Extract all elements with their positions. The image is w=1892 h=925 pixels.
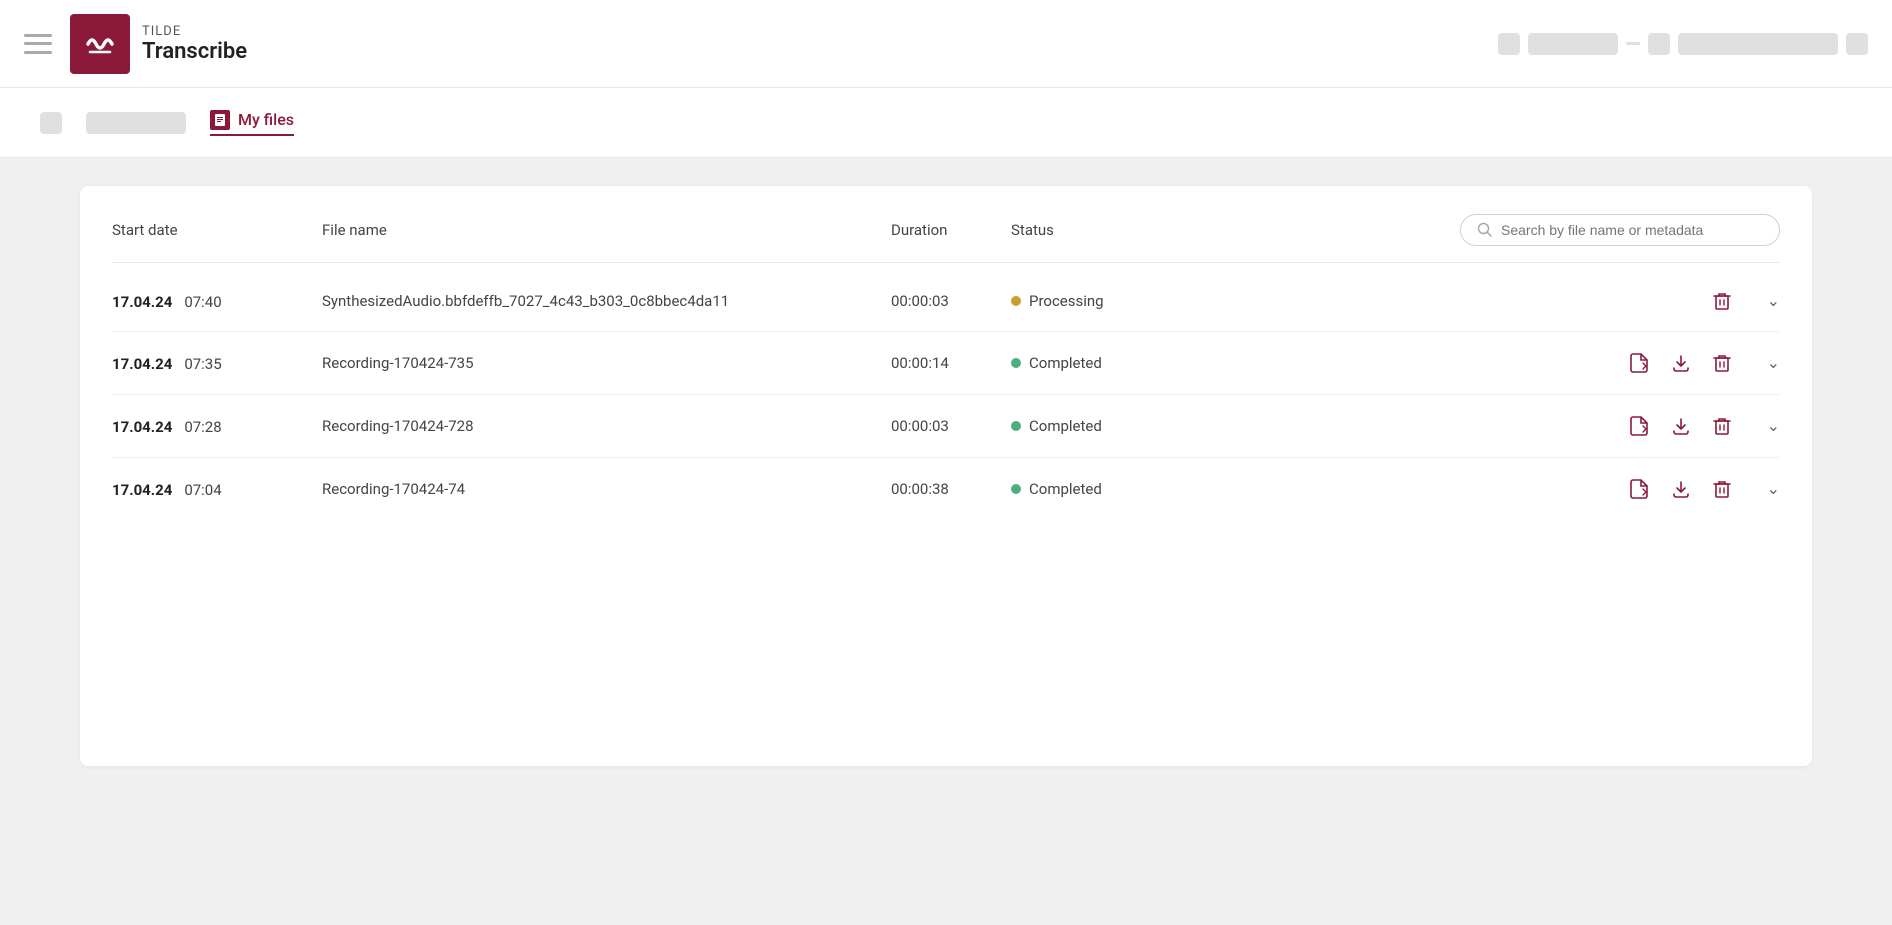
table-row: 17.04.24 07:04 Recording-170424-74 00:00… — [112, 458, 1780, 520]
status-label: Completed — [1029, 480, 1102, 498]
status-dot — [1011, 358, 1021, 368]
row-date: 17.04.24 07:40 — [112, 292, 322, 311]
row-duration: 00:00:03 — [891, 292, 1011, 310]
content-card: Start date File name Duration Status 17.… — [80, 186, 1812, 766]
brand-text: TILDE Transcribe — [142, 24, 247, 64]
col-header-start-date: Start date — [112, 221, 322, 239]
status-dot — [1011, 484, 1021, 494]
table-row: 17.04.24 07:35 Recording-170424-735 00:0… — [112, 332, 1780, 395]
download-button[interactable] — [1669, 414, 1693, 438]
row-date-value: 17.04.24 — [112, 481, 172, 499]
header-avatar-placeholder — [1498, 33, 1520, 55]
files-icon — [210, 110, 230, 130]
header-extra-placeholder — [1846, 33, 1868, 55]
col-header-file-name: File name — [322, 221, 891, 239]
row-filename: Recording-170424-74 — [322, 480, 891, 498]
doc-button[interactable] — [1627, 350, 1651, 376]
nav-placeholder-text — [86, 112, 186, 134]
table-row: 17.04.24 07:40 SynthesizedAudio.bbfdeffb… — [112, 271, 1780, 332]
row-actions: ⌄ — [1211, 289, 1780, 313]
row-status: Completed — [1011, 417, 1211, 435]
main-content: Start date File name Duration Status 17.… — [0, 158, 1892, 794]
table-body: 17.04.24 07:40 SynthesizedAudio.bbfdeffb… — [112, 271, 1780, 520]
download-button[interactable] — [1669, 477, 1693, 501]
status-dot — [1011, 296, 1021, 306]
row-filename: SynthesizedAudio.bbfdeffb_7027_4c43_b303… — [322, 292, 891, 310]
search-icon — [1477, 222, 1493, 238]
status-label: Completed — [1029, 354, 1102, 372]
expand-button[interactable]: ⌄ — [1767, 291, 1780, 311]
row-duration: 00:00:38 — [891, 480, 1011, 498]
col-header-search — [1211, 214, 1780, 246]
row-date-value: 17.04.24 — [112, 418, 172, 436]
download-button[interactable] — [1669, 351, 1693, 375]
row-status: Processing — [1011, 292, 1211, 310]
logo-box — [70, 14, 130, 74]
status-label: Completed — [1029, 417, 1102, 435]
expand-button[interactable]: ⌄ — [1767, 353, 1780, 373]
row-duration: 00:00:03 — [891, 417, 1011, 435]
tab-my-files[interactable]: My files — [210, 110, 294, 136]
expand-button[interactable]: ⌄ — [1767, 416, 1780, 436]
status-label: Processing — [1029, 292, 1104, 310]
col-header-duration: Duration — [891, 221, 1011, 239]
tab-my-files-label: My files — [238, 110, 294, 129]
col-header-status: Status — [1011, 221, 1211, 239]
hamburger-menu[interactable] — [24, 34, 52, 54]
header-right — [1498, 33, 1868, 55]
header-user-placeholder — [1528, 33, 1618, 55]
app-header: TILDE Transcribe — [0, 0, 1892, 88]
row-date: 17.04.24 07:28 — [112, 417, 322, 436]
delete-button[interactable] — [1711, 289, 1733, 313]
delete-button[interactable] — [1711, 414, 1733, 438]
row-status: Completed — [1011, 354, 1211, 372]
row-date: 17.04.24 07:35 — [112, 354, 322, 373]
expand-button[interactable]: ⌄ — [1767, 479, 1780, 499]
nav-bar: My files — [0, 88, 1892, 158]
action-icons: ⌄ — [1627, 476, 1780, 502]
row-date-value: 17.04.24 — [112, 293, 172, 311]
row-actions: ⌄ — [1211, 413, 1780, 439]
brand-product: Transcribe — [142, 39, 247, 64]
row-filename: Recording-170424-735 — [322, 354, 891, 372]
action-icons: ⌄ — [1627, 350, 1780, 376]
delete-button[interactable] — [1711, 477, 1733, 501]
row-status: Completed — [1011, 480, 1211, 498]
action-icons: ⌄ — [1627, 413, 1780, 439]
delete-button[interactable] — [1711, 351, 1733, 375]
action-icons: ⌄ — [1711, 289, 1780, 313]
doc-button[interactable] — [1627, 476, 1651, 502]
row-time-value: 07:28 — [184, 418, 221, 436]
table-row: 17.04.24 07:28 Recording-170424-728 00:0… — [112, 395, 1780, 458]
status-dot — [1011, 421, 1021, 431]
row-date: 17.04.24 07:04 — [112, 480, 322, 499]
row-time-value: 07:04 — [184, 481, 221, 499]
header-icon-placeholder — [1648, 33, 1670, 55]
search-input[interactable] — [1501, 222, 1763, 238]
nav-placeholder-icon — [40, 112, 62, 134]
brand-name: TILDE — [142, 24, 247, 39]
row-actions: ⌄ — [1211, 350, 1780, 376]
row-time-value: 07:40 — [184, 293, 221, 311]
table-header: Start date File name Duration Status — [112, 214, 1780, 263]
row-duration: 00:00:14 — [891, 354, 1011, 372]
row-date-value: 17.04.24 — [112, 355, 172, 373]
row-time-value: 07:35 — [184, 355, 221, 373]
search-box[interactable] — [1460, 214, 1780, 246]
doc-button[interactable] — [1627, 413, 1651, 439]
logo-icon — [80, 24, 120, 64]
header-credits-placeholder — [1678, 33, 1838, 55]
row-filename: Recording-170424-728 — [322, 417, 891, 435]
header-divider — [1626, 42, 1640, 45]
row-actions: ⌄ — [1211, 476, 1780, 502]
